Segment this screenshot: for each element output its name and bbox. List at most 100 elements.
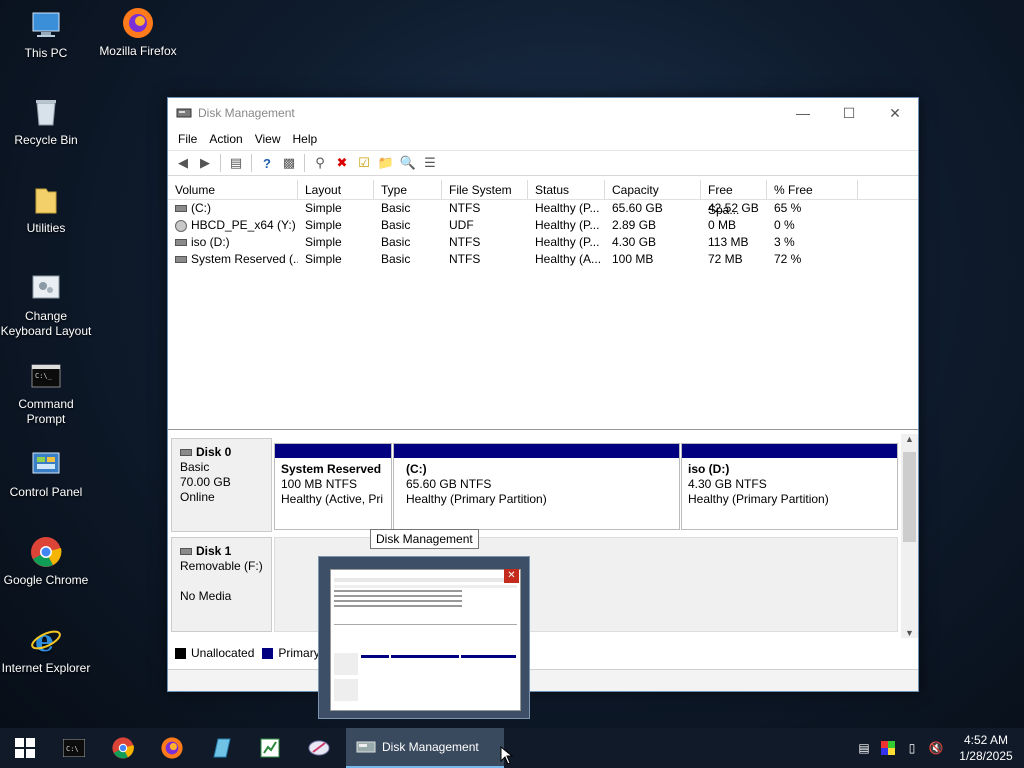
table-row[interactable]: HBCD_PE_x64 (Y:) Simple Basic UDF Health… [168, 217, 918, 234]
disk-name: Disk 0 [196, 445, 232, 459]
taskbar-chrome[interactable] [98, 728, 147, 768]
legend-swatch-primary [262, 647, 274, 659]
firefox-icon [160, 737, 183, 759]
command-prompt-icon: C:\ [62, 739, 85, 757]
disk-0-label[interactable]: Disk 0 Basic 70.00 GB Online [171, 438, 272, 532]
command-prompt-icon: C:\_ [31, 364, 61, 388]
volume-percent-free: 3 % [774, 235, 795, 249]
properties-icon[interactable]: ☰ [419, 152, 441, 174]
chrome-icon [111, 737, 134, 759]
desktop-icon-label: Recycle Bin [14, 133, 78, 147]
column-header-volume[interactable]: Volume [168, 180, 298, 199]
svg-text:C:\_: C:\_ [35, 372, 53, 380]
back-arrow-icon[interactable]: ◀ [172, 152, 194, 174]
disk-1-label[interactable]: Disk 1 Removable (F:) No Media [171, 537, 272, 632]
color-settings-icon[interactable] [876, 728, 900, 768]
network-icon[interactable]: ▤ [852, 728, 876, 768]
clock[interactable]: 4:52 AM 1/28/2025 [948, 732, 1024, 764]
desktop-icon-recycle-bin[interactable]: Recycle Bin [0, 95, 92, 148]
disk-management-icon [176, 108, 192, 118]
svg-text:e: e [35, 624, 54, 657]
maximize-button[interactable]: ☐ [826, 98, 872, 128]
show-hide-pane-icon[interactable]: ▤ [225, 152, 247, 174]
volume-type: Basic [381, 235, 411, 249]
help-icon[interactable]: ? [256, 152, 278, 174]
action-pane-icon[interactable]: ▩ [278, 152, 300, 174]
clock-time: 4:52 AM [963, 733, 1009, 747]
partition-size: 4.30 GB NTFS [688, 477, 767, 491]
desktop-icon-label: Utilities [26, 221, 66, 235]
window-title: Disk Management [198, 106, 295, 120]
disk-map-scrollbar[interactable]: ▲ ▼ [901, 434, 918, 638]
desktop-icon-chrome[interactable]: Google Chrome [0, 535, 92, 588]
menu-help[interactable]: Help [287, 132, 324, 146]
column-header-free-space[interactable]: Free Spa... [701, 180, 767, 217]
taskbar-notepad[interactable] [196, 728, 245, 768]
checklist-icon[interactable]: ☑ [353, 152, 375, 174]
column-header-layout[interactable]: Layout [298, 180, 374, 199]
volume-status: Healthy (P... [535, 201, 600, 215]
toolbar-divider [220, 154, 221, 172]
title-bar[interactable]: Disk Management — ☐ ✕ [168, 98, 918, 128]
volume-name: iso (D:) [191, 235, 230, 249]
menu-bar: File Action View Help [168, 128, 918, 150]
column-header-status[interactable]: Status [528, 180, 605, 199]
volume-type: Basic [381, 201, 411, 215]
search-folder-icon[interactable]: 🔍 [397, 152, 419, 174]
desktop-icon-keyboard-layout[interactable]: Change Keyboard Layout [0, 271, 92, 339]
start-button[interactable] [0, 728, 49, 768]
desktop-icon-command-prompt[interactable]: C:\_ Command Prompt [0, 359, 92, 427]
desktop-icon-internet-explorer[interactable]: e Internet Explorer [0, 623, 92, 676]
minimize-button[interactable]: — [780, 98, 826, 128]
taskbar-snipping-tool[interactable] [294, 728, 343, 768]
partition-name: iso (D:) [688, 462, 730, 476]
delete-icon[interactable]: ✖ [331, 152, 353, 174]
column-header-file-system[interactable]: File System [442, 180, 528, 199]
desktop-icon-this-pc[interactable]: This PC [0, 8, 92, 61]
preview-close-button[interactable]: ✕ [504, 569, 519, 583]
scroll-thumb[interactable] [903, 452, 916, 542]
volume-percent-free: 0 % [774, 218, 795, 232]
volume-name: System Reserved (... [191, 252, 298, 266]
forward-arrow-icon[interactable]: ▶ [194, 152, 216, 174]
table-row[interactable]: iso (D:) Simple Basic NTFS Healthy (P...… [168, 234, 918, 251]
taskbar-spreadsheet-app[interactable] [245, 728, 294, 768]
partition-c[interactable]: (C:) 65.60 GB NTFS Healthy (Primary Part… [393, 443, 680, 530]
menu-file[interactable]: File [172, 132, 203, 146]
table-row[interactable]: (C:) Simple Basic NTFS Healthy (P... 65.… [168, 200, 918, 217]
menu-action[interactable]: Action [203, 132, 248, 146]
volume-list: Volume Layout Type File System Status Ca… [168, 180, 918, 430]
drive-icon [175, 239, 187, 247]
desktop-icon-utilities[interactable]: Utilities [0, 183, 92, 236]
volume-capacity: 4.30 GB [612, 235, 657, 249]
toolbar-divider [304, 154, 305, 172]
taskbar-thumbnail-preview[interactable]: ✕ [318, 556, 530, 719]
volume-file-system: NTFS [449, 235, 481, 249]
folder-up-icon[interactable]: 📁 [375, 152, 397, 174]
column-header-percent-free[interactable]: % Free [767, 180, 858, 199]
table-row[interactable]: System Reserved (... Simple Basic NTFS H… [168, 251, 918, 268]
partition-d[interactable]: iso (D:) 4.30 GB NTFS Healthy (Primary P… [681, 443, 898, 530]
taskbar-command-prompt[interactable]: C:\ [49, 728, 98, 768]
drive-icon [175, 256, 187, 264]
connect-icon[interactable]: ⚲ [309, 152, 331, 174]
scroll-down-icon[interactable]: ▼ [901, 628, 918, 638]
desktop-icon-control-panel[interactable]: Control Panel [0, 447, 92, 500]
taskbar-firefox[interactable] [147, 728, 196, 768]
volume-muted-icon[interactable]: 🔇 [924, 728, 948, 768]
usb-device-icon[interactable]: ▯ [900, 728, 924, 768]
partition-status: Healthy (Active, Pri [281, 492, 384, 506]
column-header-capacity[interactable]: Capacity [605, 180, 701, 199]
partition-bar [275, 444, 391, 458]
legend-unallocated: Unallocated [191, 646, 255, 660]
close-button[interactable]: ✕ [872, 98, 918, 128]
scissors-icon [308, 740, 329, 756]
column-header-type[interactable]: Type [374, 180, 442, 199]
disk-state: Online [180, 490, 215, 504]
partition-system-reserved[interactable]: System Reserved 100 MB NTFS Healthy (Act… [274, 443, 392, 530]
windows-logo-icon [14, 738, 35, 758]
scroll-up-icon[interactable]: ▲ [901, 434, 918, 444]
desktop-icon-firefox[interactable]: Mozilla Firefox [92, 6, 184, 59]
taskbar-disk-management[interactable]: Disk Management [346, 728, 504, 768]
menu-view[interactable]: View [249, 132, 287, 146]
